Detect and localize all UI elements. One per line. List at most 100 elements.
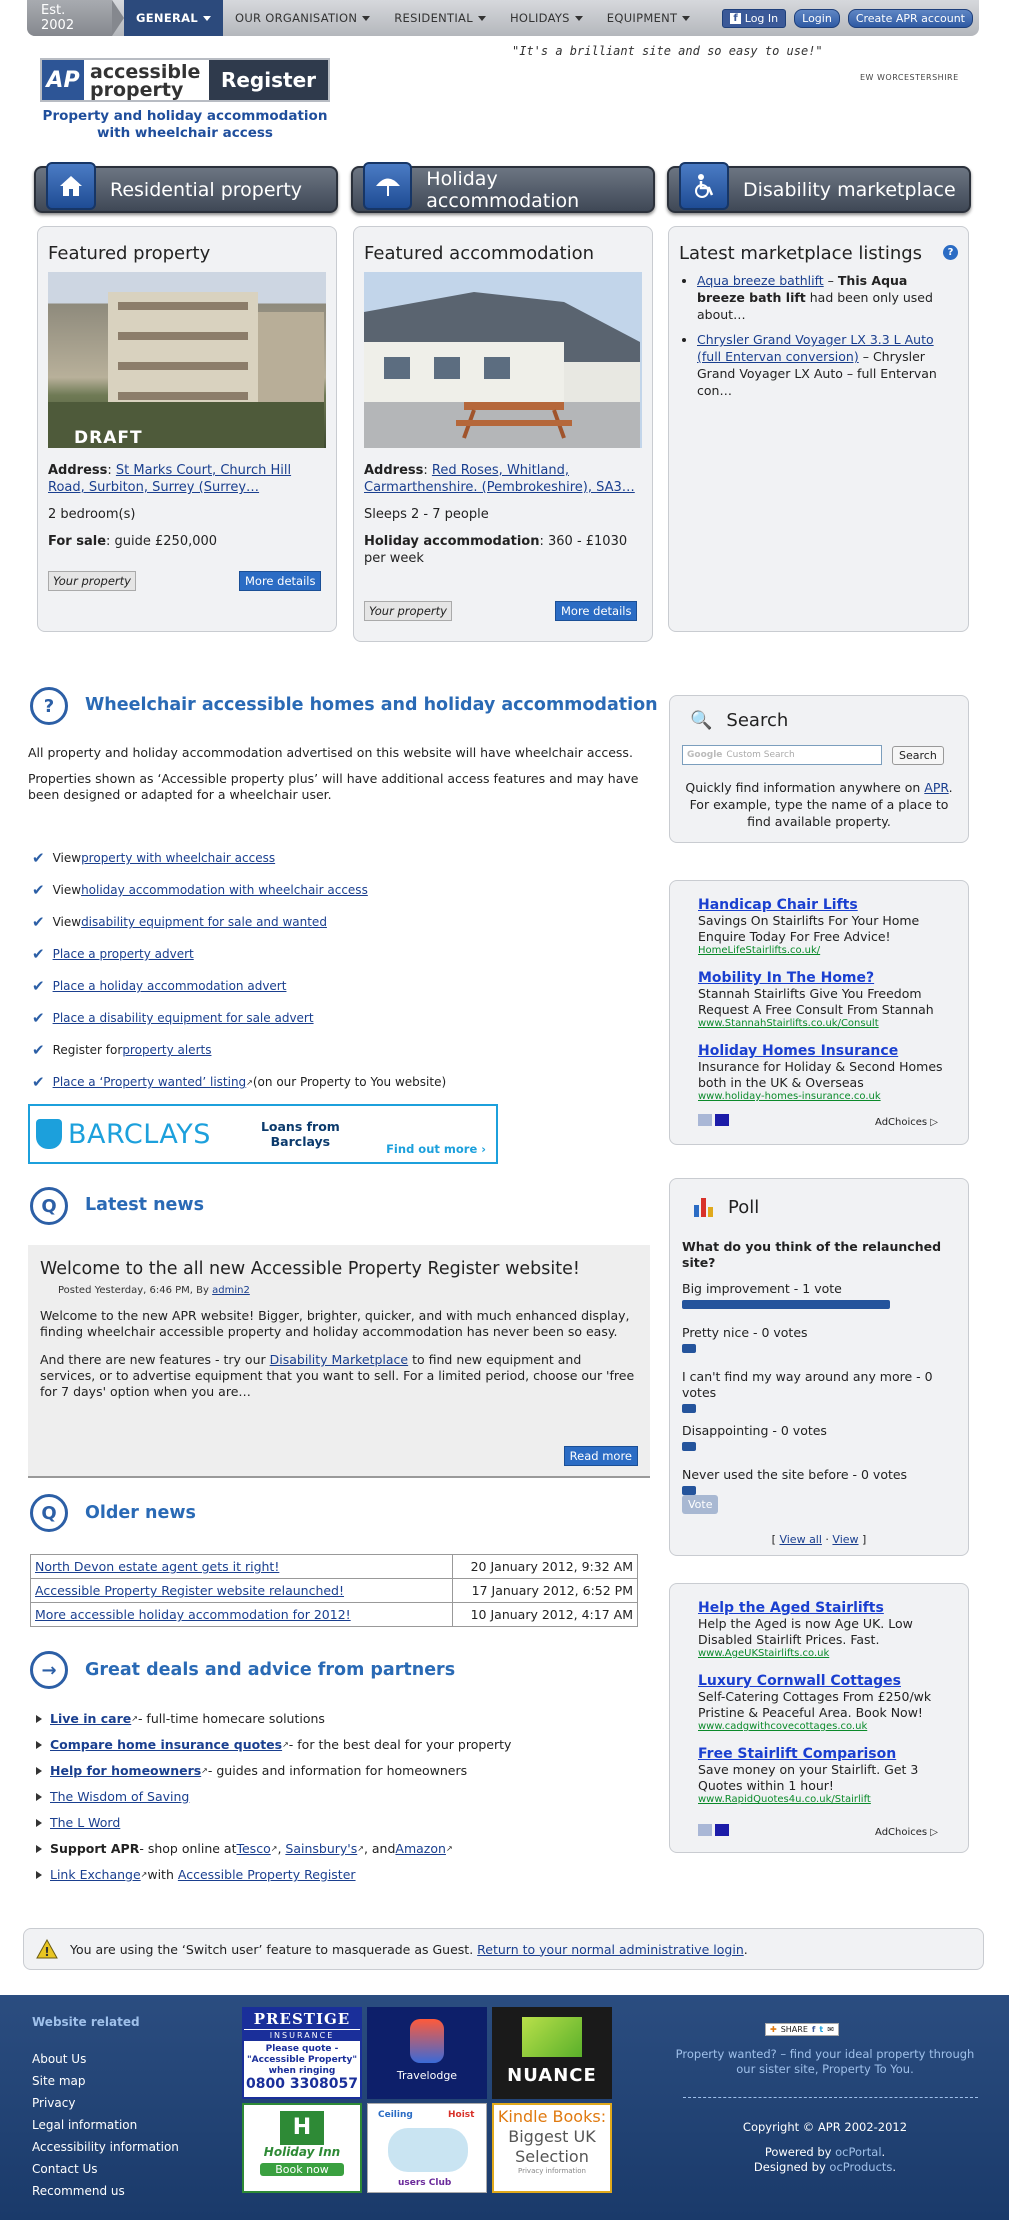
help-icon[interactable]: ? <box>943 245 958 260</box>
check-item-link[interactable]: property alerts <box>122 1043 211 1057</box>
ad-item[interactable]: Mobility In The Home? Stannah Stairlifts … <box>698 970 954 1029</box>
news-author-link[interactable]: admin2 <box>212 1285 250 1296</box>
login-button[interactable]: Login <box>794 8 840 28</box>
news-headline[interactable]: Welcome to the all new Accessible Proper… <box>40 1259 638 1279</box>
barclays-banner[interactable]: BARCLAYS Loans from Barclays Find out mor… <box>28 1104 498 1164</box>
share-button[interactable]: ✚ SHARE f t ✉ <box>765 2023 839 2036</box>
poll-option[interactable]: Never used the site before - 0 votes <box>682 1467 956 1495</box>
deal-link[interactable]: The L Word <box>50 1815 120 1830</box>
adchoices-label[interactable]: AdChoices ▷ <box>875 1827 938 1838</box>
featured-accommodation-image[interactable] <box>364 272 642 448</box>
ocproducts-link[interactable]: ocProducts <box>829 2160 892 2174</box>
search-input[interactable]: Google Custom Search <box>682 745 882 765</box>
check-item: ✔ Register for property alerts <box>32 1041 212 1059</box>
nav-our-organisation[interactable]: OUR ORGANISATION <box>223 0 382 36</box>
ad-item[interactable]: Handicap Chair Lifts Savings On Stairlift… <box>698 897 954 956</box>
svg-text:!: ! <box>44 1945 49 1959</box>
check-item-link[interactable]: Place a disability equipment for sale ad… <box>53 1011 314 1025</box>
create-account-button[interactable]: Create APR account <box>847 8 973 28</box>
deal-link[interactable]: The Wisdom of Saving <box>50 1789 189 1804</box>
bullet-icon <box>36 1818 42 1827</box>
marketplace-item-link[interactable]: Aqua breeze bathlift <box>697 273 824 288</box>
link-exchange-link[interactable]: Link Exchange <box>50 1867 141 1882</box>
ad-item[interactable]: Luxury Cornwall Cottages Self-Catering Co… <box>698 1673 954 1732</box>
check-item-link[interactable]: Place a property advert <box>53 947 194 961</box>
prestige-insurance-ad[interactable]: PRESTIGE INSURANCE Please quote - "Acces… <box>242 2007 362 2099</box>
travelodge-ad[interactable]: Travelodge <box>367 2007 487 2099</box>
holiday-accommodation-button[interactable]: Holiday accommodation <box>351 161 655 213</box>
check-item-link[interactable]: Place a ‘Property wanted’ listing <box>53 1075 247 1089</box>
apr-link[interactable]: APR <box>924 780 948 795</box>
kindle-books-ad[interactable]: Kindle Books: Biggest UK Selection Priva… <box>492 2103 612 2193</box>
adchoices-label[interactable]: AdChoices ▷ <box>875 1117 938 1128</box>
your-property-button[interactable]: Your property <box>48 571 136 591</box>
poll-option[interactable]: Pretty nice - 0 votes <box>682 1325 956 1353</box>
holiday-inn-ad[interactable]: H Holiday Inn Book now <box>242 2103 362 2193</box>
property-wanted-link[interactable]: Property wanted? <box>676 2047 777 2061</box>
poll-option[interactable]: I can't find my way around any more - 0 … <box>682 1369 956 1413</box>
featured-property-image[interactable]: DRAFT <box>48 272 326 448</box>
site-logo[interactable]: AP accessible property Register <box>40 58 330 102</box>
poll-option[interactable]: Big improvement - 1 vote <box>682 1281 956 1309</box>
search-box: 🔍 Search Google Custom Search Search Quick… <box>669 695 969 843</box>
footer-link[interactable]: Recommend us <box>32 2184 125 2198</box>
older-news-link[interactable]: More accessible holiday accommodation fo… <box>35 1607 351 1622</box>
ceiling-hoist-ad[interactable]: Ceiling Hoist users Club <box>367 2103 487 2193</box>
sainsburys-link[interactable]: Sainsbury's <box>285 1841 357 1856</box>
nav-equipment[interactable]: EQUIPMENT <box>595 0 703 36</box>
check-item-link[interactable]: disability equipment for sale and wanted <box>81 915 327 929</box>
barclays-cta[interactable]: Find out more › <box>386 1142 486 1156</box>
residential-property-button[interactable]: Residential property <box>34 161 338 213</box>
ad-item[interactable]: Help the Aged Stairlifts Help the Aged is… <box>698 1600 954 1659</box>
check-item-link[interactable]: property with wheelchair access <box>81 851 275 865</box>
older-news-link[interactable]: North Devon estate agent gets it right! <box>35 1559 279 1574</box>
footer-link[interactable]: Contact Us <box>32 2162 98 2176</box>
ad-item[interactable]: Holiday Homes Insurance Insurance for Hol… <box>698 1043 954 1102</box>
deal-link[interactable]: Help for homeowners <box>50 1763 201 1778</box>
footer-link[interactable]: Privacy <box>32 2096 75 2110</box>
ad-prev-icon[interactable] <box>698 1114 712 1126</box>
deal-link[interactable]: Compare home insurance quotes <box>50 1737 282 1752</box>
vote-button[interactable]: Vote <box>682 1495 719 1514</box>
ocportal-link[interactable]: ocPortal <box>835 2145 881 2159</box>
check-item-link[interactable]: holiday accommodation with wheelchair ac… <box>81 883 368 897</box>
view-link[interactable]: View <box>832 1533 858 1546</box>
ad-prev-icon[interactable] <box>698 1824 712 1836</box>
poll-option-bar <box>682 1344 696 1353</box>
your-property-button[interactable]: Your property <box>364 601 452 621</box>
poll-option[interactable]: Disappointing - 0 votes <box>682 1423 956 1451</box>
ad-next-icon[interactable] <box>715 1824 729 1836</box>
disability-marketplace-button[interactable]: Disability marketplace <box>667 161 971 213</box>
news-icon: Q <box>30 1494 68 1532</box>
ad-item[interactable]: Free Stairlift Comparison Save money on y… <box>698 1746 954 1805</box>
deal-link[interactable]: Live in care <box>50 1711 131 1726</box>
apr-link[interactable]: Accessible Property Register <box>178 1867 356 1882</box>
read-more-button[interactable]: Read more <box>563 1446 638 1466</box>
amazon-link[interactable]: Amazon <box>395 1841 446 1856</box>
more-details-button[interactable]: More details <box>555 601 638 621</box>
older-news-link[interactable]: Accessible Property Register website rel… <box>35 1583 344 1598</box>
bullet-icon <box>36 1714 42 1723</box>
nav-general[interactable]: GENERAL <box>124 0 223 36</box>
news-icon: Q <box>30 1187 68 1225</box>
disability-marketplace-link[interactable]: Disability Marketplace <box>270 1352 409 1367</box>
external-link-icon: ↗ <box>131 1714 138 1723</box>
intro-title: Wheelchair accessible homes and holiday … <box>85 695 658 715</box>
footer-link[interactable]: About Us <box>32 2052 86 2066</box>
search-button[interactable]: Search <box>892 745 944 765</box>
deal-item: Link Exchange ↗ with Accessible Property … <box>36 1867 356 1882</box>
footer-link[interactable]: Legal information <box>32 2118 137 2132</box>
nav-residential[interactable]: RESIDENTIAL <box>382 0 498 36</box>
tesco-link[interactable]: Tesco <box>236 1841 270 1856</box>
footer-link[interactable]: Site map <box>32 2074 86 2088</box>
return-login-link[interactable]: Return to your normal administrative log… <box>477 1942 744 1957</box>
ad-next-icon[interactable] <box>715 1114 729 1126</box>
nav-holidays[interactable]: HOLIDAYS <box>498 0 595 36</box>
nuance-ad[interactable]: NUANCE <box>492 2007 612 2099</box>
check-item-link[interactable]: Place a holiday accommodation advert <box>53 979 287 993</box>
footer-link[interactable]: Accessibility information <box>32 2140 179 2154</box>
more-details-button[interactable]: More details <box>239 571 322 591</box>
view-all-link[interactable]: View all <box>779 1533 821 1546</box>
deals-title: Great deals and advice from partners <box>85 1660 456 1680</box>
facebook-login-button[interactable]: f Log In <box>722 8 787 28</box>
